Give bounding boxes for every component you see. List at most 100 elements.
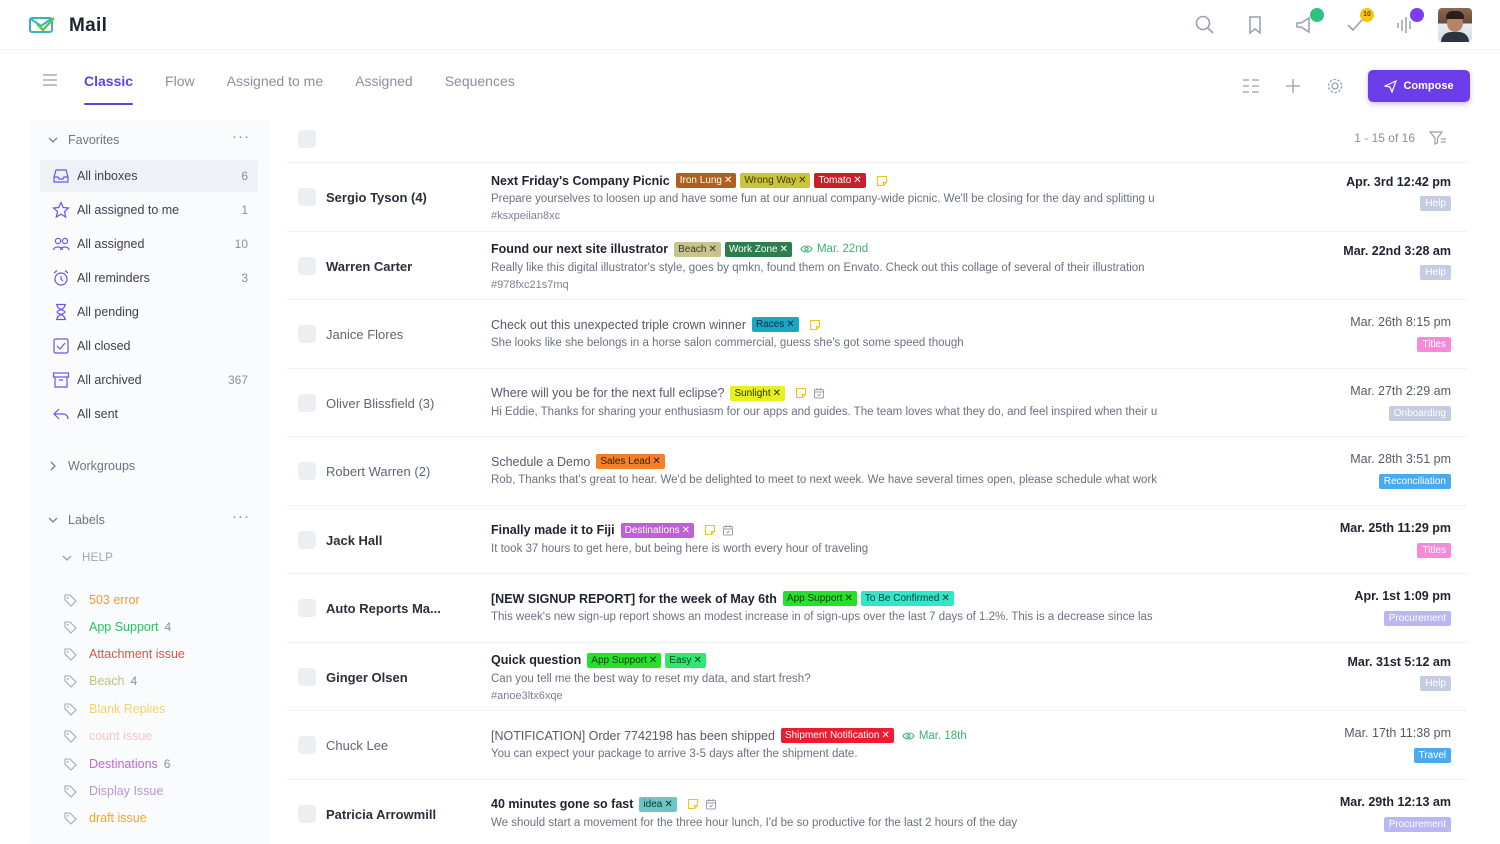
label-item[interactable]: count issue xyxy=(64,726,158,746)
row-checkbox[interactable] xyxy=(298,188,316,206)
mail-row[interactable]: Warren Carter Found our next site illustr… xyxy=(287,232,1467,300)
tab-assigned-to-me[interactable]: Assigned to me xyxy=(227,73,324,99)
tab-sequences[interactable]: Sequences xyxy=(445,73,515,99)
more-options-icon[interactable]: ··· xyxy=(232,508,250,525)
remove-chip-icon[interactable]: ✕ xyxy=(724,174,732,187)
remove-chip-icon[interactable]: ✕ xyxy=(853,174,861,187)
remove-chip-icon[interactable]: ✕ xyxy=(694,654,702,667)
label-chip[interactable]: Work Zone ✕ xyxy=(724,241,792,257)
row-checkbox[interactable] xyxy=(298,530,316,549)
help-group-header[interactable]: HELP xyxy=(62,552,113,564)
remove-chip-icon[interactable]: ✕ xyxy=(682,524,690,537)
row-checkbox[interactable] xyxy=(298,393,316,412)
user-avatar[interactable] xyxy=(1438,8,1472,42)
status-badge[interactable]: Titles xyxy=(1417,542,1451,558)
sidebar-item-all-pending[interactable]: All pending xyxy=(40,296,258,328)
row-checkbox[interactable] xyxy=(298,462,316,480)
row-checkbox[interactable] xyxy=(298,667,316,686)
status-badge[interactable]: Procurement xyxy=(1383,611,1451,626)
label-item[interactable]: Beach 4 xyxy=(64,671,137,691)
favorites-header[interactable]: Favorites ··· xyxy=(30,126,270,154)
label-item[interactable]: Destinations 6 xyxy=(64,754,170,774)
workgroups-header[interactable]: Workgroups xyxy=(30,452,270,480)
note-icon[interactable] xyxy=(809,319,821,331)
label-chip[interactable]: Sunlight ✕ xyxy=(730,385,785,401)
row-checkbox[interactable] xyxy=(298,325,316,343)
sidebar-item-all-reminders[interactable]: All reminders 3 xyxy=(40,262,258,294)
label-chip[interactable]: App Support ✕ xyxy=(587,652,662,668)
audio-button[interactable] xyxy=(1394,8,1424,36)
sidebar-item-all-sent[interactable]: All sent xyxy=(40,398,258,430)
compose-button[interactable]: Compose xyxy=(1368,70,1470,102)
tab-classic[interactable]: Classic xyxy=(84,73,134,105)
calendar-icon[interactable] xyxy=(722,524,734,536)
label-item[interactable]: App Support 4 xyxy=(64,617,171,637)
remove-chip-icon[interactable]: ✕ xyxy=(773,387,781,400)
label-chip[interactable]: To Be Confirmed ✕ xyxy=(860,591,954,606)
sidebar-item-all-closed[interactable]: All closed xyxy=(40,330,258,362)
label-chip[interactable]: App Support ✕ xyxy=(782,591,857,606)
row-checkbox[interactable] xyxy=(298,736,316,754)
mail-row[interactable]: Sergio Tyson (4) Next Friday's Company Pi… xyxy=(287,163,1467,232)
tasks-button[interactable]: 10 xyxy=(1344,8,1374,36)
mail-row[interactable]: Auto Reports Ma... [NEW SIGNUP REPORT] fo… xyxy=(287,574,1467,643)
remove-chip-icon[interactable]: ✕ xyxy=(652,455,660,468)
hamburger-menu-icon[interactable] xyxy=(43,74,57,86)
calendar-icon[interactable] xyxy=(705,798,717,810)
sidebar-item-all-inboxes[interactable]: All inboxes 6 xyxy=(40,160,258,192)
label-chip[interactable]: Destinations ✕ xyxy=(620,522,695,538)
note-icon[interactable] xyxy=(704,524,716,536)
mail-row[interactable]: Chuck Lee [NOTIFICATION] Order 7742198 ha… xyxy=(287,711,1467,780)
label-chip[interactable]: Beach ✕ xyxy=(674,241,721,257)
mail-row[interactable]: Jack Hall Finally made it to Fiji Destinat… xyxy=(287,506,1467,574)
status-badge[interactable]: Help xyxy=(1420,196,1451,211)
status-badge[interactable]: Help xyxy=(1420,675,1451,691)
select-all-checkbox[interactable] xyxy=(298,130,316,148)
sidebar-item-all-assigned[interactable]: All assigned 10 xyxy=(40,228,258,260)
status-badge[interactable]: Help xyxy=(1420,264,1451,280)
remove-chip-icon[interactable]: ✕ xyxy=(708,243,716,256)
remove-chip-icon[interactable]: ✕ xyxy=(845,592,853,605)
label-item[interactable]: Blank Replies xyxy=(64,699,171,719)
calendar-icon[interactable] xyxy=(813,387,825,399)
plus-icon[interactable] xyxy=(1284,77,1302,95)
tab-assigned[interactable]: Assigned xyxy=(355,73,413,99)
label-chip[interactable]: Shipment Notification ✕ xyxy=(780,728,894,743)
sidebar-item-all-archived[interactable]: All archived 367 xyxy=(40,364,258,396)
note-icon[interactable] xyxy=(876,175,888,187)
note-icon[interactable] xyxy=(687,798,699,810)
mail-row[interactable]: Ginger Olsen Quick question App Support ✕ Ea… xyxy=(287,643,1467,711)
label-chip[interactable]: Sales Lead ✕ xyxy=(596,454,665,469)
remove-chip-icon[interactable]: ✕ xyxy=(786,318,794,331)
label-item[interactable]: Attachment issue xyxy=(64,644,191,664)
status-badge[interactable]: Procurement xyxy=(1383,816,1451,832)
label-chip[interactable]: Wrong Way ✕ xyxy=(740,173,811,188)
mail-row[interactable]: Patricia Arrowmill 40 minutes gone so fas… xyxy=(287,780,1467,844)
filter-icon[interactable] xyxy=(1429,130,1447,146)
more-options-icon[interactable]: ··· xyxy=(232,128,250,145)
status-badge[interactable]: Travel xyxy=(1413,748,1451,763)
sidebar-item-all-assigned-to-me[interactable]: All assigned to me 1 xyxy=(40,194,258,226)
search-icon[interactable] xyxy=(1194,14,1216,36)
remove-chip-icon[interactable]: ✕ xyxy=(664,798,672,811)
label-item[interactable]: 503 error xyxy=(64,590,146,610)
remove-chip-icon[interactable]: ✕ xyxy=(798,174,806,187)
status-badge[interactable]: Titles xyxy=(1417,337,1451,352)
remove-chip-icon[interactable]: ✕ xyxy=(780,243,788,256)
row-checkbox[interactable] xyxy=(298,804,316,823)
remove-chip-icon[interactable]: ✕ xyxy=(881,729,889,742)
bookmark-icon[interactable] xyxy=(1244,14,1266,36)
label-item[interactable]: draft issue xyxy=(64,808,153,828)
note-icon[interactable] xyxy=(795,387,807,399)
row-checkbox[interactable] xyxy=(298,256,316,275)
announcement-button[interactable] xyxy=(1294,8,1324,36)
labels-header[interactable]: Labels ··· xyxy=(30,506,270,534)
mail-row[interactable]: Janice Flores Check out this unexpected t… xyxy=(287,300,1467,369)
label-chip[interactable]: Easy ✕ xyxy=(665,652,706,668)
label-chip[interactable]: idea ✕ xyxy=(639,796,677,812)
settings-gear-icon[interactable] xyxy=(1326,77,1344,95)
mail-row[interactable]: Robert Warren (2) Schedule a Demo Sales Le… xyxy=(287,437,1467,506)
remove-chip-icon[interactable]: ✕ xyxy=(649,654,657,667)
label-chip[interactable]: Tomato ✕ xyxy=(814,173,866,188)
status-badge[interactable]: Reconciliation xyxy=(1378,474,1451,489)
